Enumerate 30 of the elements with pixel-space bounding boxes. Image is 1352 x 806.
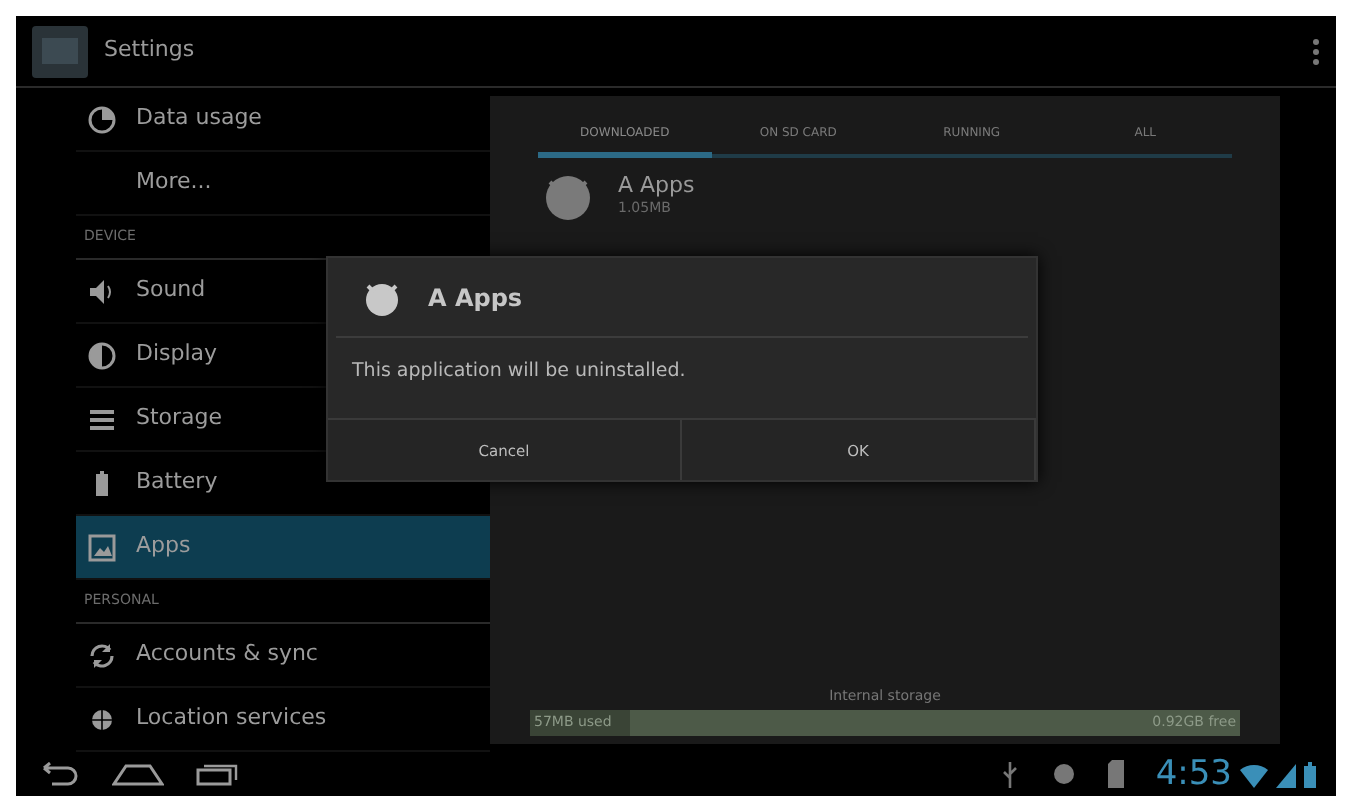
settings-item[interactable]: Location services bbox=[76, 688, 490, 752]
clock-time: 4:53 bbox=[1155, 757, 1232, 791]
sd-card-icon bbox=[1107, 760, 1124, 788]
item-label: Battery bbox=[136, 466, 218, 499]
battery-icon bbox=[1304, 761, 1316, 787]
recent-apps-icon[interactable] bbox=[196, 762, 240, 786]
location-icon bbox=[88, 705, 116, 733]
storage-icon bbox=[88, 405, 116, 433]
settings-item[interactable]: Data usage bbox=[76, 88, 490, 152]
pie-chart-icon bbox=[88, 105, 116, 133]
window-title: Settings bbox=[104, 34, 195, 67]
settings-item[interactable]: Apps bbox=[76, 516, 490, 580]
item-label: Display bbox=[136, 338, 218, 371]
item-label: Apps bbox=[136, 530, 191, 563]
signal-icon bbox=[1276, 763, 1296, 787]
speaker-icon bbox=[88, 277, 116, 305]
item-label: Data usage bbox=[136, 102, 262, 135]
item-label: Storage bbox=[136, 402, 223, 435]
apps-icon bbox=[88, 533, 116, 561]
home-icon[interactable] bbox=[112, 762, 164, 786]
item-label: Accounts & sync bbox=[136, 638, 318, 671]
item-label: Location services bbox=[136, 702, 327, 735]
item-label: Sound bbox=[136, 274, 206, 307]
overflow-menu-icon[interactable] bbox=[1312, 37, 1320, 65]
contrast-icon bbox=[88, 341, 116, 369]
sync-icon bbox=[88, 641, 116, 669]
usb-icon bbox=[999, 760, 1020, 788]
wifi-icon bbox=[1240, 763, 1268, 787]
app-name: A Apps bbox=[618, 173, 695, 198]
item-label: More... bbox=[136, 166, 212, 199]
